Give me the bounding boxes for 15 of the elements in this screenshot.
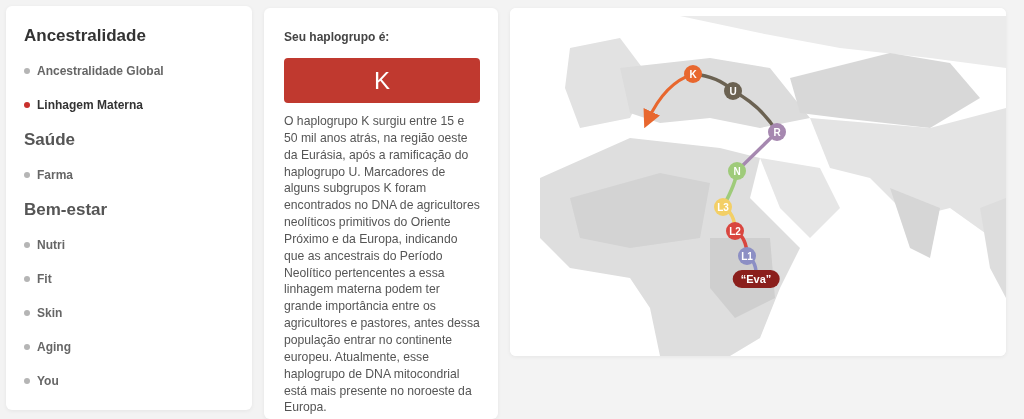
sidebar-item[interactable]: Farma — [24, 158, 234, 192]
sidebar-item[interactable]: Aging — [24, 330, 234, 364]
sidebar-item[interactable]: Fit — [24, 262, 234, 296]
description-text: O haplogrupo K surgiu entre 15 e 50 mil anos atrás, na região oeste da Eurásia, após a ramificação do haplogrupo U. Marcadores de alguns subgrupos K foram encontrados no DNA de agricultores neolíticos primitivos do Oriente Próximo e da Europa, indicando que as ancestrais do Período Neolítico pertencentes a essa linhagem materna podem ter grande importância entre os agricultores e pastores, antes dessa população entrar no continente europeu. Atualmente, esse haplogrupo de DNA mitocondrial está mais presente no noroeste da Europa. — [284, 113, 480, 417]
sidebar-item[interactable]: Linhagem Materna — [24, 88, 234, 122]
origin-label: “Eva” — [732, 270, 780, 288]
sidebar-item[interactable]: Skin — [24, 296, 234, 330]
sidebar-item[interactable]: You — [24, 364, 234, 398]
sidebar-item[interactable]: Ancestralidade Global — [24, 54, 234, 88]
result-heading: Seu haplogrupo é: — [284, 30, 391, 44]
section-heading: Saúde — [24, 130, 77, 150]
sidebar-item[interactable]: Nutri — [24, 228, 234, 262]
haplogroup-badge: K — [284, 58, 480, 103]
section-heading: Bem-estar — [24, 200, 109, 220]
section-heading: Ancestralidade — [24, 26, 147, 46]
